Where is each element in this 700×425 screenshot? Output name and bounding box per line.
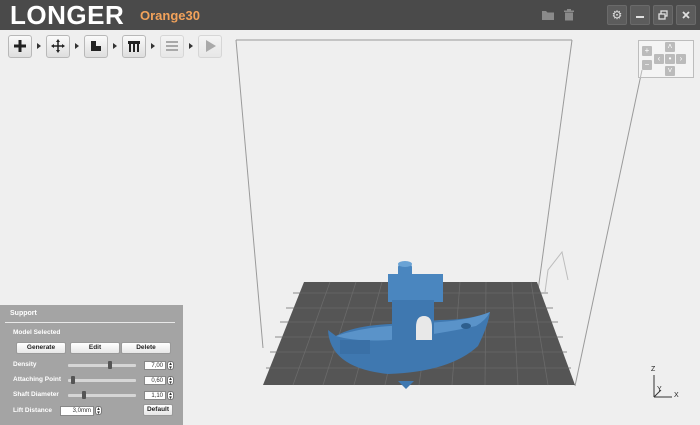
chevron-left-icon: ‹	[657, 54, 661, 63]
add-model-button[interactable]	[8, 34, 32, 58]
density-value[interactable]: 7,00	[144, 361, 166, 370]
close-button[interactable]	[676, 5, 696, 25]
trash-icon[interactable]	[562, 8, 576, 22]
chevron-right-icon: ›	[679, 54, 683, 63]
panel-title: Support	[10, 310, 37, 317]
pan-left-button[interactable]: ‹	[654, 54, 664, 64]
main-toolbar	[8, 34, 222, 58]
shaft-diameter-spinner[interactable]: ▴ ▾	[167, 391, 174, 401]
zoom-out-button[interactable]: −	[642, 60, 652, 70]
reset-view-button[interactable]: •	[665, 54, 675, 64]
brand-logo: LONGER	[10, 0, 125, 30]
move-icon	[51, 39, 65, 53]
layers-icon	[166, 41, 178, 51]
slice-icon	[91, 41, 101, 51]
panel-divider	[5, 322, 175, 323]
step-arrow-icon	[113, 43, 117, 49]
lift-distance-spinner[interactable]: ▴ ▾	[95, 406, 102, 416]
layers-button[interactable]	[160, 34, 184, 58]
shaft-diameter-slider[interactable]	[68, 391, 136, 399]
lift-distance-value[interactable]: 3,0mm	[60, 406, 94, 416]
axis-x-label: X	[674, 392, 679, 399]
shaft-diameter-slider-thumb[interactable]	[82, 391, 87, 399]
density-slider[interactable]	[68, 361, 136, 369]
folder-icon[interactable]	[541, 8, 555, 22]
delete-button[interactable]: Delete	[121, 342, 171, 354]
center-icon: •	[668, 54, 672, 63]
edit-button[interactable]: Edit	[70, 342, 120, 354]
axis-z-label: Z	[651, 366, 656, 373]
attaching-point-spinner[interactable]: ▴ ▾	[167, 376, 174, 386]
close-icon	[682, 11, 690, 19]
attaching-point-value[interactable]: 0,60	[144, 376, 166, 385]
density-label: Density	[13, 361, 37, 368]
move-button[interactable]	[46, 34, 70, 58]
attaching-point-slider-thumb[interactable]	[71, 376, 76, 384]
volume-guide	[544, 250, 569, 293]
shaft-diameter-label: Shaft Diameter	[13, 391, 59, 398]
slice-button[interactable]	[84, 34, 108, 58]
step-arrow-icon	[75, 43, 79, 49]
attaching-point-label: Attaching Point	[13, 376, 62, 383]
step-arrow-icon	[37, 43, 41, 49]
attaching-point-slider[interactable]	[68, 376, 136, 384]
zoom-in-button[interactable]: +	[642, 46, 652, 56]
print-button[interactable]	[198, 34, 222, 58]
title-bar: LONGER Orange30 ⚙	[0, 0, 700, 30]
support-panel: Support Model Selected Generate Edit Del…	[0, 305, 183, 425]
chevron-up-icon: ˄	[667, 42, 673, 51]
shaft-diameter-value[interactable]: 1,10	[144, 391, 166, 400]
step-arrow-icon	[151, 43, 155, 49]
print-icon	[206, 40, 216, 52]
generate-button[interactable]: Generate	[16, 342, 66, 354]
minimize-icon	[636, 16, 644, 18]
lift-distance-label: Lift Distance	[13, 407, 53, 414]
density-spinner[interactable]: ▴ ▾	[167, 361, 174, 371]
support-button[interactable]	[122, 34, 146, 58]
restore-icon	[658, 10, 668, 20]
default-button[interactable]: Default	[143, 404, 173, 416]
add-model-icon	[14, 40, 26, 52]
pan-down-button[interactable]: ˅	[665, 66, 675, 76]
pan-right-button[interactable]: ›	[676, 54, 686, 64]
axis-y-label: Y	[657, 386, 662, 393]
step-arrow-icon	[189, 43, 193, 49]
gear-icon: ⚙	[611, 8, 623, 22]
panel-subtitle: Model Selected	[13, 329, 61, 336]
chevron-down-icon: ˅	[667, 66, 673, 75]
view-navigation-pad: + − ˄ ‹ • › ˅	[638, 40, 694, 78]
density-slider-thumb[interactable]	[107, 361, 112, 369]
minimize-button[interactable]	[630, 5, 650, 25]
pan-up-button[interactable]: ˄	[665, 42, 675, 52]
restore-button[interactable]	[653, 5, 673, 25]
printer-model-name: Orange30	[140, 8, 200, 23]
support-icon	[128, 41, 140, 52]
settings-button[interactable]: ⚙	[607, 5, 627, 25]
